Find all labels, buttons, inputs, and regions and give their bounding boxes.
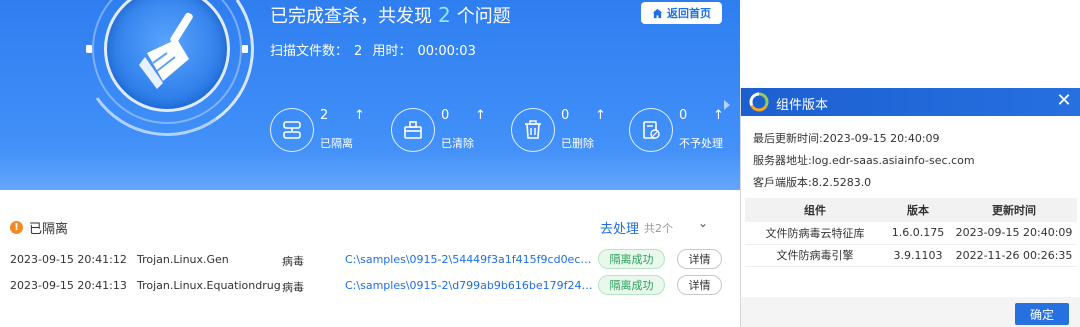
col-component: 组件 [745, 198, 885, 222]
table-row: 文件防病毒云特征库 1.6.0.175 2023-09-15 20:40:09 [745, 222, 1077, 245]
component-table: 组件 版本 更新时间 文件防病毒云特征库 1.6.0.175 2023-09-1… [745, 198, 1077, 267]
dialog-footer: 确定 [741, 297, 1080, 327]
status-badge: 隔离成功 [598, 249, 665, 269]
stat-quarantined[interactable]: 2 ↑ 已隔离 [270, 108, 390, 156]
cell-component: 文件防病毒云特征库 [745, 222, 885, 245]
return-home-button[interactable]: 返回首页 [641, 2, 722, 24]
result-banner: 已完成查杀，共发现 2 个问题 扫描文件数： 2 用时： 00:00:03 返回首页 2… [0, 0, 740, 190]
broom-logo [66, 0, 268, 150]
row-time: 2023-09-15 20:41:13 [10, 279, 127, 292]
stat-quarantined-arrow: ↑ [354, 108, 365, 123]
threat-row: 2023-09-15 20:41:12 Trojan.Linux.Gen 病毒 … [0, 247, 740, 273]
logo-dot-left [86, 45, 92, 53]
stat-ignored-label: 不予处理 [679, 137, 723, 150]
ok-button[interactable]: 确定 [1015, 303, 1069, 325]
detail-button[interactable]: 详情 [677, 249, 722, 269]
time-value: 00:00:03 [417, 44, 476, 59]
total-count: 共2个 [644, 222, 673, 235]
row-type: 病毒 [282, 255, 304, 268]
stat-quarantined-label: 已隔离 [320, 137, 353, 150]
row-path-link[interactable]: C:\samples\0915-2\d799ab9b616be179f24db.… [345, 279, 593, 292]
home-icon [652, 8, 663, 18]
go-handle-link[interactable]: 去处理 [600, 218, 639, 237]
quarantined-heading: 已隔离 [29, 222, 69, 237]
stat-ignored-arrow: ↑ [713, 108, 724, 123]
col-version: 版本 [885, 198, 951, 222]
detail-button[interactable]: 详情 [677, 275, 722, 295]
banner-fade [0, 150, 740, 190]
cell-component: 文件防病毒引擎 [745, 244, 885, 267]
stat-deleted-value: 0 [561, 108, 570, 123]
cell-update-time: 2022-11-26 00:26:35 [951, 244, 1077, 267]
stat-cleaned-value: 0 [441, 108, 450, 123]
status-badge: 隔离成功 [598, 275, 665, 295]
threat-row: 2023-09-15 20:41:13 Trojan.Linux.Equatio… [0, 273, 740, 299]
col-update-time: 更新时间 [951, 198, 1077, 222]
row-time: 2023-09-15 20:41:12 [10, 253, 127, 266]
trash-icon [511, 108, 555, 152]
table-row: 文件防病毒引擎 3.9.1103 2022-11-26 00:26:35 [745, 244, 1077, 267]
scan-files-label: 扫描文件数： [270, 44, 349, 59]
broom-icon [139, 12, 193, 89]
stat-quarantined-value: 2 [320, 108, 329, 123]
warning-icon: ! [10, 221, 23, 234]
scan-result-window: 已完成查杀，共发现 2 个问题 扫描文件数： 2 用时： 00:00:03 返回首页 2… [0, 0, 740, 327]
time-label: 用时： [372, 44, 412, 59]
scan-files-value: 2 [354, 44, 363, 59]
stat-ignored-value: 0 [679, 108, 688, 123]
stat-cleaned[interactable]: 0 ↑ 已清除 [391, 108, 511, 156]
row-type: 病毒 [282, 281, 304, 294]
cell-update-time: 2023-09-15 20:40:09 [951, 222, 1077, 245]
last-update-text: 最后更新时间:2023-09-15 20:40:09 [753, 132, 940, 145]
server-address-text: 服务器地址:log.edr-saas.asiainfo-sec.com [753, 154, 975, 167]
dialog-title: 组件版本 [776, 98, 829, 113]
quarantined-header: ! 已隔离 [10, 218, 68, 237]
cell-version: 3.9.1103 [885, 244, 951, 267]
return-home-label: 返回首页 [667, 7, 711, 20]
logo-dot-right [242, 45, 248, 53]
stat-cleaned-label: 已清除 [441, 137, 474, 150]
scan-meta: 扫描文件数： 2 用时： 00:00:03 [270, 40, 482, 59]
row-threat-name: Trojan.Linux.Gen [137, 253, 229, 266]
ignore-icon [629, 108, 673, 152]
close-icon[interactable]: ✕ [1055, 92, 1073, 110]
chevron-down-icon[interactable]: ⌄ [698, 216, 708, 230]
cell-version: 1.6.0.175 [885, 222, 951, 245]
stat-deleted[interactable]: 0 ↑ 已删除 [511, 108, 631, 156]
issue-count: 2 [438, 3, 451, 27]
result-title: 已完成查杀，共发现 2 个问题 [270, 2, 511, 28]
banner-side-arrow [724, 100, 730, 110]
stat-deleted-label: 已删除 [561, 137, 594, 150]
component-version-dialog: 组件版本 ✕ 最后更新时间:2023-09-15 20:40:09 服务器地址:… [740, 88, 1080, 327]
table-header-row: 组件 版本 更新时间 [745, 198, 1077, 222]
stat-cleaned-arrow: ↑ [475, 108, 486, 123]
title-suffix: 个问题 [456, 6, 511, 27]
stat-deleted-arrow: ↑ [595, 108, 606, 123]
client-version-text: 客戶端版本:8.2.5283.0 [753, 176, 872, 189]
dialog-titlebar: 组件版本 ✕ [741, 88, 1080, 116]
title-prefix: 已完成查杀，共发现 [270, 6, 432, 27]
row-threat-name: Trojan.Linux.Equationdrug [137, 279, 281, 292]
stat-ignored[interactable]: 0 ↑ 不予处理 [629, 108, 740, 156]
quarantine-icon [270, 108, 314, 152]
product-logo-icon [749, 92, 769, 112]
row-path-link[interactable]: C:\samples\0915-2\54449f3a1f415f9cd0ecbf… [345, 253, 593, 266]
clean-icon [391, 108, 435, 152]
